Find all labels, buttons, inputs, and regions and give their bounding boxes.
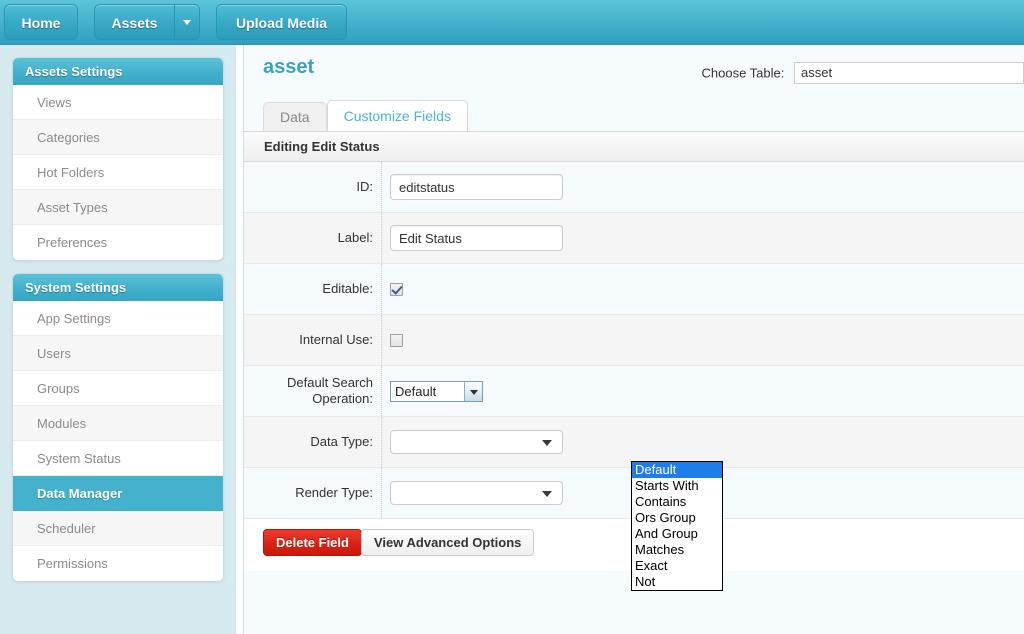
form-label-dso-line1: Default Search (287, 375, 373, 390)
form-field-data-type (381, 417, 1024, 467)
dropdown-option-starts-with[interactable]: Starts With (632, 478, 722, 494)
sidebar-item-system-status[interactable]: System Status (13, 441, 223, 476)
top-navigation-bar: Home Assets Upload Media (0, 0, 1024, 45)
dropdown-option-exact[interactable]: Exact (632, 558, 722, 574)
form-heading: Editing Edit Status (244, 132, 1024, 162)
panel-system-settings: System Settings App Settings Users Group… (12, 273, 224, 582)
form-label-data-type: Data Type: (244, 417, 381, 467)
dropdown-option-and-group[interactable]: And Group (632, 526, 722, 542)
default-search-operation-dropdown-list[interactable]: Default Starts With Contains Ors Group A… (631, 461, 723, 591)
sidebar-item-users[interactable]: Users (13, 336, 223, 371)
main-content: asset Choose Table: asset Data Customize… (243, 45, 1024, 634)
default-search-operation-value: Default (395, 383, 437, 399)
tab-customize-fields[interactable]: Customize Fields (326, 100, 468, 131)
form-label-default-search-operation: Default Search Operation: (244, 366, 381, 416)
form-label-data-type-text: Data Type: (310, 434, 373, 449)
sidebar-item-preferences[interactable]: Preferences (13, 225, 223, 260)
page-body: Assets Settings Views Categories Hot Fol… (0, 45, 1024, 634)
dropdown-option-matches[interactable]: Matches (632, 542, 722, 558)
form-label-id: ID: (244, 162, 381, 212)
dropdown-option-ors-group[interactable]: Ors Group (632, 510, 722, 526)
form-field-default-search-operation: Default (381, 366, 1024, 416)
choose-table-label: Choose Table: (701, 65, 785, 81)
form-row-id: ID: (244, 162, 1024, 213)
form-row-editable: Editable: (244, 264, 1024, 315)
dropdown-option-not[interactable]: Not (632, 574, 722, 590)
choose-table-control: Choose Table: asset (702, 62, 1024, 84)
choose-table-select[interactable]: asset (794, 62, 1024, 84)
home-button[interactable]: Home (4, 4, 78, 40)
default-search-operation-select[interactable]: Default (390, 380, 483, 402)
form-field-internal-use (381, 315, 1024, 365)
form-label-editable-text: Editable: (322, 281, 373, 296)
render-type-select[interactable] (390, 481, 563, 505)
sidebar-item-data-manager[interactable]: Data Manager (13, 476, 223, 511)
sidebar-item-permissions[interactable]: Permissions (13, 546, 223, 581)
sidebar-item-groups[interactable]: Groups (13, 371, 223, 406)
form-row-label: Label: (244, 213, 1024, 264)
panel-title-assets-settings: Assets Settings (13, 58, 223, 85)
form-row-internal-use: Internal Use: (244, 315, 1024, 366)
id-input[interactable] (390, 174, 563, 200)
form-label-editable: Editable: (244, 264, 381, 314)
form-label-id-text: ID: (356, 179, 373, 194)
form-label-internal-use: Internal Use: (244, 315, 381, 365)
sidebar-item-modules[interactable]: Modules (13, 406, 223, 441)
form-label-internal-use-text: Internal Use: (299, 332, 373, 347)
chevron-down-icon (183, 19, 191, 25)
sidebar-item-categories[interactable]: Categories (13, 120, 223, 155)
tab-data[interactable]: Data (263, 102, 327, 131)
sidebar-item-asset-types[interactable]: Asset Types (13, 190, 223, 225)
view-advanced-options-button[interactable]: View Advanced Options (361, 529, 535, 556)
form-field-id (381, 162, 1024, 212)
dropdown-option-contains[interactable]: Contains (632, 494, 722, 510)
delete-field-button[interactable]: Delete Field (263, 529, 362, 556)
form-label-label-text: Label: (337, 230, 373, 245)
editable-checkbox[interactable] (390, 282, 403, 296)
sidebar: Assets Settings Views Categories Hot Fol… (0, 45, 236, 634)
panel-assets-settings: Assets Settings Views Categories Hot Fol… (12, 57, 224, 261)
form-label-render-type: Render Type: (244, 468, 381, 518)
form-field-label (381, 213, 1024, 263)
sidebar-item-views[interactable]: Views (13, 85, 223, 120)
internal-use-checkbox[interactable] (390, 333, 403, 347)
sidebar-item-scheduler[interactable]: Scheduler (13, 511, 223, 546)
form-label-label: Label: (244, 213, 381, 263)
form-field-editable (381, 264, 1024, 314)
data-type-select[interactable] (390, 430, 563, 454)
assets-dropdown-toggle[interactable] (174, 4, 200, 40)
dropdown-option-default[interactable]: Default (632, 462, 722, 478)
upload-media-button[interactable]: Upload Media (216, 4, 347, 40)
dropdown-arrow-icon[interactable] (464, 381, 482, 401)
label-input[interactable] (390, 225, 563, 251)
page-title: asset (263, 56, 315, 78)
form-row-default-search-operation: Default Search Operation: Default (244, 366, 1024, 417)
sidebar-item-app-settings[interactable]: App Settings (13, 301, 223, 336)
form-label-dso-line2: Operation: (312, 391, 373, 406)
tab-bar: Data Customize Fields (263, 100, 468, 131)
panel-title-system-settings: System Settings (13, 274, 223, 301)
form-label-render-type-text: Render Type: (295, 485, 373, 500)
sidebar-item-hot-folders[interactable]: Hot Folders (13, 155, 223, 190)
assets-button[interactable]: Assets (94, 4, 174, 40)
